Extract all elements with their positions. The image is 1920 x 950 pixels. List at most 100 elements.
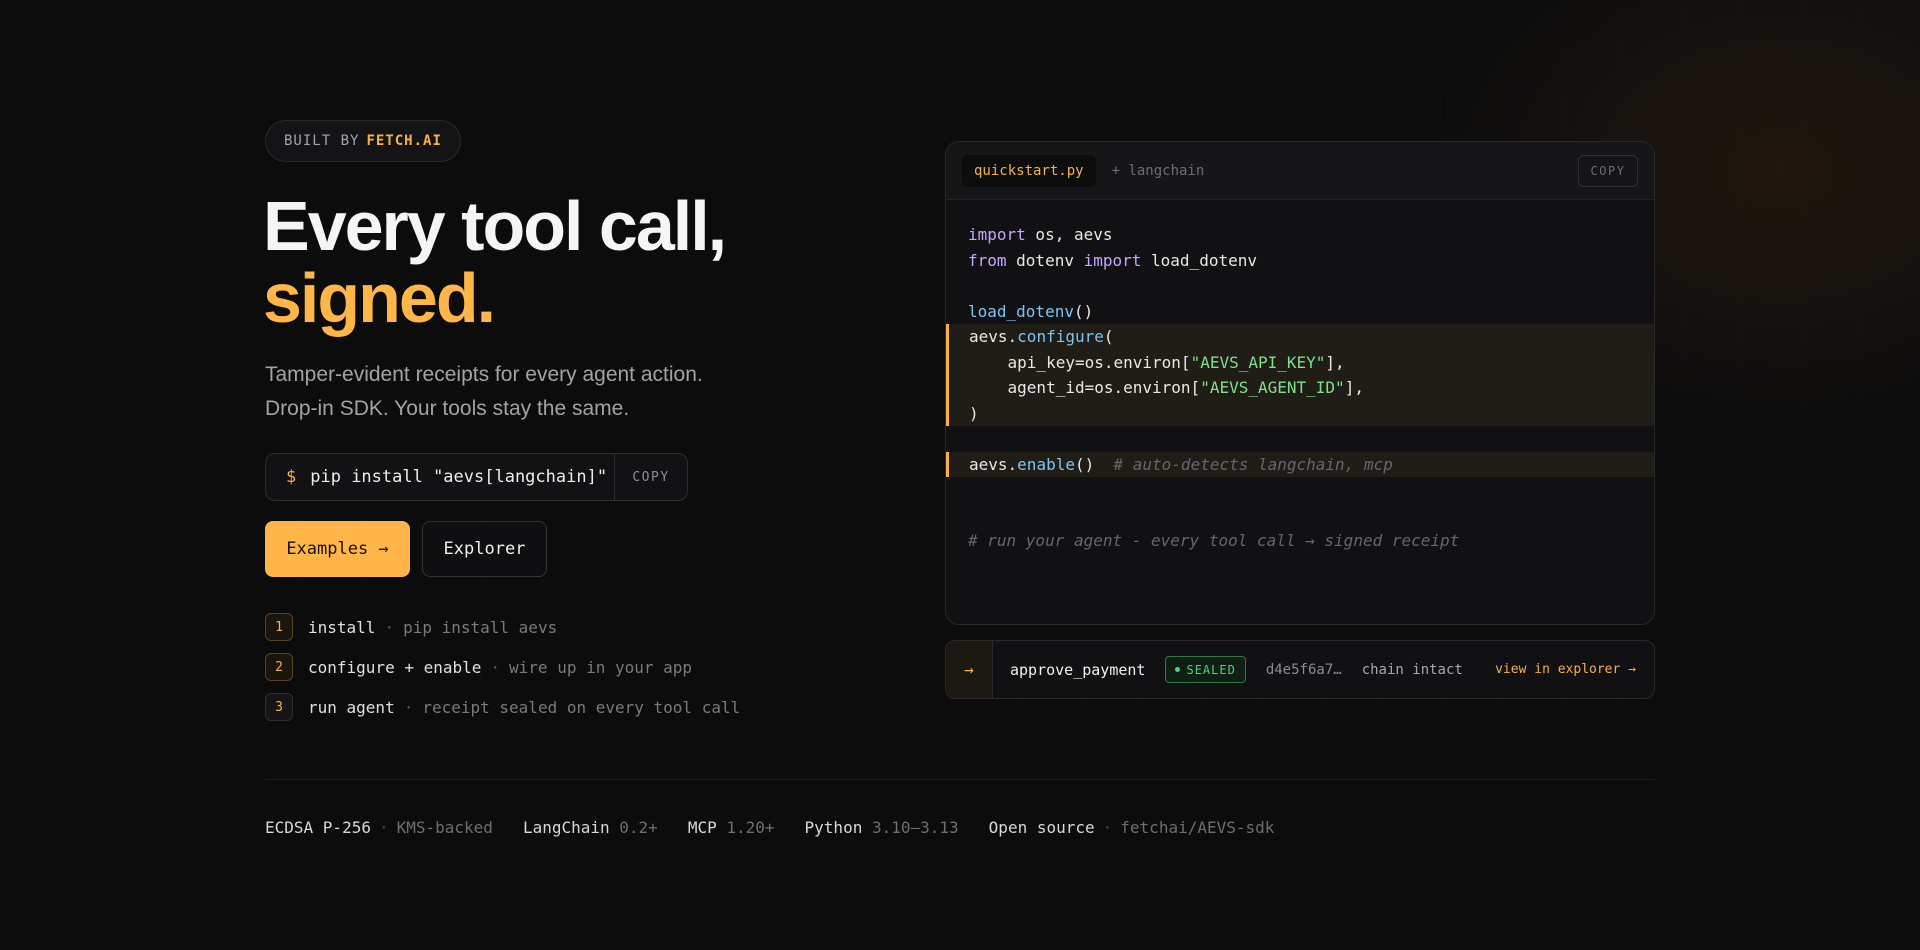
- steps-list: 1 install · pip install aevs 2 configure…: [265, 613, 740, 733]
- step-number: 2: [265, 653, 293, 681]
- step-separator: ·: [490, 657, 501, 677]
- copy-code-button[interactable]: COPY: [1578, 155, 1638, 187]
- step-item: 3 run agent · receipt sealed on every to…: [265, 693, 740, 721]
- footer-item-key: MCP: [687, 818, 717, 837]
- hero-title: Every tool call, signed.: [263, 187, 727, 337]
- footer-item-python: Python 3.10–3.13: [805, 818, 959, 837]
- footer-item-open-source[interactable]: Open source · fetchai/AEVS-sdk: [989, 818, 1275, 837]
- tab-langchain[interactable]: + langchain: [1112, 163, 1205, 179]
- footer-item-crypto: ECDSA P-256 · KMS-backed: [265, 818, 493, 837]
- footer-specs: ECDSA P-256 · KMS-backed LangChain 0.2+ MC…: [265, 818, 1274, 837]
- step-number: 3: [265, 693, 293, 721]
- copy-install-button[interactable]: COPY: [614, 454, 687, 500]
- step-item: 2 configure + enable · wire up in your a…: [265, 653, 740, 681]
- code-panel: quickstart.py + langchain COPY import os…: [945, 141, 1655, 625]
- step-item: 1 install · pip install aevs: [265, 613, 740, 641]
- code-line: from dotenv import load_dotenv: [946, 248, 1654, 274]
- code-token: import: [968, 225, 1026, 244]
- shell-prompt: $: [286, 467, 297, 487]
- footer-item-key: Python: [804, 818, 863, 837]
- code-token: load_dotenv: [968, 301, 1074, 321]
- code-line: # run your agent - every tool call → sig…: [946, 528, 1654, 554]
- tab-quickstart[interactable]: quickstart.py: [962, 154, 1096, 187]
- code-token: aevs.: [969, 327, 1018, 346]
- step-name: configure + enable: [308, 657, 482, 677]
- code-line-highlighted: api_key=os.environ["AEVS_API_KEY"],: [946, 349, 1654, 375]
- install-command: $ pip install "aevs[langchain]": [266, 467, 614, 487]
- view-in-explorer-link[interactable]: view in explorer →: [1495, 662, 1636, 677]
- badge-brand[interactable]: FETCH.AI: [366, 133, 441, 149]
- code-token: import: [1083, 250, 1142, 270]
- code-token: aevs.: [969, 454, 1018, 474]
- install-command-box: $ pip install "aevs[langchain]" COPY: [265, 453, 688, 501]
- step-description: receipt sealed on every tool call: [422, 697, 741, 717]
- code-token: api_key=os.environ[: [969, 352, 1191, 372]
- footer-item-key: LangChain: [522, 818, 610, 837]
- footer-item-value[interactable]: fetchai/AEVS-sdk: [1120, 818, 1274, 837]
- footer-item-key: ECDSA P-256: [265, 818, 371, 837]
- hero-subtitle: Tamper-evident receipts for every agent …: [265, 358, 825, 426]
- footer-item-value: 3.10–3.13: [871, 818, 959, 837]
- code-token: load_dotenv: [1141, 250, 1257, 270]
- footer-divider: [265, 779, 1655, 780]
- badge-prefix: BUILT BY: [284, 133, 360, 149]
- subtitle-line-1: Tamper-evident receipts for every agent …: [265, 363, 703, 386]
- step-name: run agent: [308, 697, 395, 717]
- chain-status: chain intact: [1361, 661, 1463, 678]
- code-line-highlighted: ): [946, 400, 1654, 426]
- footer-item-langchain: LangChain 0.2+: [523, 818, 658, 837]
- code-block: import os, aevs from dotenv import load_…: [946, 200, 1654, 554]
- footer-item-value: 0.2+: [619, 818, 658, 837]
- code-token: "AEVS_API_KEY": [1190, 352, 1326, 372]
- step-name: install: [308, 617, 376, 637]
- code-comment: # auto-detects langchain, mcp: [1113, 454, 1393, 474]
- code-token: enable: [1017, 454, 1075, 474]
- built-by-badge: BUILT BY FETCH.AI: [265, 120, 461, 162]
- status-dot-icon: [1175, 667, 1181, 672]
- status-badge: SEALED: [1165, 656, 1246, 683]
- receipt-bar[interactable]: → approve_payment SEALED d4e5f6a7… chain…: [945, 640, 1655, 699]
- code-token: (): [1073, 301, 1094, 321]
- code-token: configure: [1017, 327, 1104, 346]
- examples-button[interactable]: Examples →: [265, 521, 410, 577]
- code-token: (): [1074, 454, 1114, 474]
- code-token: "AEVS_AGENT_ID": [1200, 378, 1345, 397]
- code-token: (: [1103, 327, 1114, 346]
- code-line-highlighted: aevs.configure(: [946, 324, 1654, 350]
- code-token: from: [968, 250, 1007, 270]
- hero-line-1: Every tool call,: [263, 187, 727, 265]
- footer-item-value: 1.20+: [726, 818, 775, 837]
- receipt-hash: d4e5f6a7…: [1265, 661, 1342, 678]
- step-number: 1: [265, 613, 293, 641]
- footer-item-value: KMS-backed: [396, 818, 493, 837]
- code-panel-header: quickstart.py + langchain COPY: [946, 142, 1654, 200]
- arrow-right-icon: →: [946, 641, 993, 698]
- code-token: agent_id=os.environ[: [969, 378, 1201, 397]
- status-badge-label: SEALED: [1186, 662, 1236, 677]
- code-token: os, aevs: [1025, 225, 1113, 244]
- code-line: import os, aevs: [946, 222, 1654, 248]
- step-separator: ·: [403, 697, 414, 717]
- footer-item-mcp: MCP 1.20+: [688, 818, 775, 837]
- install-command-text: pip install "aevs[langchain]": [310, 467, 608, 487]
- footer-item-key: Open source: [988, 818, 1095, 837]
- code-token: ],: [1344, 378, 1364, 397]
- code-token: ],: [1325, 352, 1345, 372]
- step-separator: ·: [384, 617, 395, 637]
- code-token: dotenv: [1006, 250, 1084, 270]
- code-line-highlighted: aevs.enable() # auto-detects langchain, …: [946, 451, 1654, 477]
- step-description: pip install aevs: [403, 617, 558, 637]
- explorer-button[interactable]: Explorer: [422, 521, 547, 577]
- hero-line-2: signed.: [263, 259, 496, 337]
- code-line: load_dotenv(): [946, 299, 1654, 325]
- code-token: ): [969, 403, 979, 423]
- step-description: wire up in your app: [509, 657, 693, 677]
- code-line-highlighted: agent_id=os.environ["AEVS_AGENT_ID"],: [946, 375, 1654, 401]
- subtitle-line-2: Drop-in SDK. Your tools stay the same.: [265, 397, 630, 420]
- receipt-tool-name: approve_payment: [1010, 660, 1146, 679]
- code-comment: # run your agent - every tool call → sig…: [968, 531, 1460, 550]
